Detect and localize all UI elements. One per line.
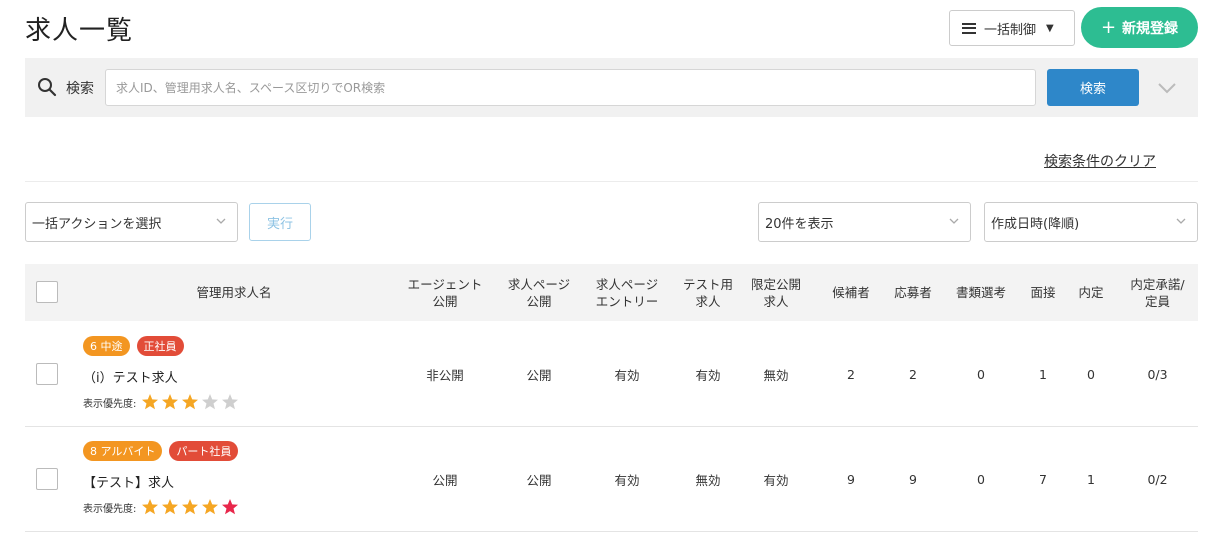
star-icon[interactable] [141, 393, 159, 411]
priority-label: 表示優先度: [83, 503, 137, 515]
limited-cell: 有効 [763, 473, 789, 488]
plus-icon: + [1100, 17, 1117, 38]
search-icon [38, 78, 57, 97]
screening-cell[interactable]: 0 [947, 427, 1015, 532]
star-icon[interactable] [221, 498, 239, 516]
test-job-cell: 有効 [695, 368, 721, 383]
column-header: 候補者 [832, 285, 870, 300]
column-header: エージェント 公開 [407, 276, 483, 309]
star-icon[interactable] [221, 393, 239, 411]
select-all-checkbox[interactable] [36, 281, 58, 303]
page-title: 求人一覧 [25, 16, 134, 46]
row-checkbox[interactable] [36, 468, 58, 490]
offer-cell[interactable]: 1 [1065, 427, 1117, 532]
star-icon[interactable] [181, 393, 199, 411]
table-row[interactable]: 8 アルバイト パート社員 【テスト】求人 表示優先度: 公開 公開 有効 無効… [25, 427, 1198, 532]
per-page-value: 20件を表示 [765, 216, 834, 232]
acceptance-cell: 0/2 [1147, 472, 1168, 487]
column-header: 内定 [1078, 285, 1104, 300]
category-badge: 8 アルバイト [83, 441, 163, 461]
star-icon[interactable] [201, 393, 219, 411]
candidates-cell[interactable]: 2 [825, 322, 877, 427]
test-job-cell: 無効 [695, 473, 721, 488]
search-button[interactable]: 検索 [1047, 69, 1139, 106]
bulk-action-select[interactable]: 一括アクションを選択 [25, 202, 238, 242]
chevron-down-icon [949, 218, 959, 224]
job-name-link[interactable]: （i）テスト求人 [83, 367, 178, 386]
star-icon[interactable] [161, 393, 179, 411]
page-entry-cell: 有効 [614, 368, 640, 383]
priority-rating: 表示優先度: [83, 393, 241, 411]
priority-rating: 表示優先度: [83, 498, 241, 516]
search-label: 検索 [66, 81, 94, 97]
list-icon [962, 22, 976, 34]
search-input[interactable] [105, 69, 1036, 106]
column-header: 限定公開 求人 [750, 276, 801, 309]
new-registration-label: 新規登録 [1122, 20, 1179, 37]
acceptance-cell: 0/3 [1147, 367, 1168, 382]
applicants-cell[interactable]: 9 [877, 427, 949, 532]
star-icon[interactable] [181, 498, 199, 516]
new-registration-button[interactable]: + 新規登録 [1081, 7, 1198, 48]
column-header: 求人ページ エントリー [595, 276, 659, 309]
sort-select[interactable]: 作成日時(降順) [984, 202, 1198, 242]
chevron-down-icon [1176, 218, 1186, 224]
limited-cell: 無効 [763, 368, 789, 383]
bulk-action-value: 一括アクションを選択 [32, 216, 162, 232]
screening-cell[interactable]: 0 [947, 322, 1015, 427]
table-header: 管理用求人名 エージェント 公開 求人ページ 公開 求人ページ エントリー テス… [25, 264, 1198, 321]
page-public-cell: 公開 [526, 473, 552, 488]
badge-group: 6 中途 正社員 [83, 336, 191, 356]
column-header: 内定承諾/ 定員 [1130, 276, 1185, 309]
run-button[interactable]: 実行 [249, 203, 311, 241]
agent-public-cell: 公開 [432, 473, 458, 488]
candidates-cell[interactable]: 9 [825, 427, 877, 532]
job-name-link[interactable]: 【テスト】求人 [83, 472, 174, 491]
row-checkbox[interactable] [36, 363, 58, 385]
offer-cell[interactable]: 0 [1065, 322, 1117, 427]
sort-value: 作成日時(降順) [991, 216, 1080, 232]
star-icon[interactable] [141, 498, 159, 516]
column-header: テスト用 求人 [682, 276, 733, 309]
per-page-select[interactable]: 20件を表示 [758, 202, 971, 242]
column-header: 面接 [1030, 285, 1056, 300]
column-header: 書類選考 [955, 285, 1006, 300]
caret-down-icon: ▼ [1046, 22, 1054, 34]
column-header: 応募者 [894, 285, 932, 300]
chevron-down-icon [216, 218, 226, 224]
agent-public-cell: 非公開 [426, 368, 464, 383]
page-entry-cell: 有効 [614, 473, 640, 488]
employment-badge: パート社員 [169, 441, 239, 461]
interview-cell[interactable]: 1 [1017, 322, 1069, 427]
star-rating[interactable] [141, 498, 241, 516]
column-header: 管理用求人名 [196, 285, 272, 300]
star-icon[interactable] [161, 498, 179, 516]
table-row[interactable]: 6 中途 正社員 （i）テスト求人 表示優先度: 非公開 公開 有効 有効 無効… [25, 322, 1198, 427]
employment-badge: 正社員 [136, 336, 184, 356]
clear-search-link[interactable]: 検索条件のクリア [1044, 151, 1156, 171]
category-badge: 6 中途 [83, 336, 130, 356]
star-rating[interactable] [141, 393, 241, 411]
page-public-cell: 公開 [526, 368, 552, 383]
star-icon[interactable] [201, 498, 219, 516]
interview-cell[interactable]: 7 [1017, 427, 1069, 532]
applicants-cell[interactable]: 2 [877, 322, 949, 427]
bulk-control-dropdown[interactable]: 一括制御 ▼ [949, 10, 1075, 46]
chevron-down-icon[interactable] [1155, 76, 1179, 100]
search-bar: 検索 検索 [25, 58, 1198, 117]
priority-label: 表示優先度: [83, 398, 137, 410]
bulk-control-label: 一括制御 [984, 22, 1037, 38]
column-header: 求人ページ 公開 [507, 276, 571, 309]
badge-group: 8 アルバイト パート社員 [83, 441, 245, 461]
divider [25, 181, 1198, 182]
